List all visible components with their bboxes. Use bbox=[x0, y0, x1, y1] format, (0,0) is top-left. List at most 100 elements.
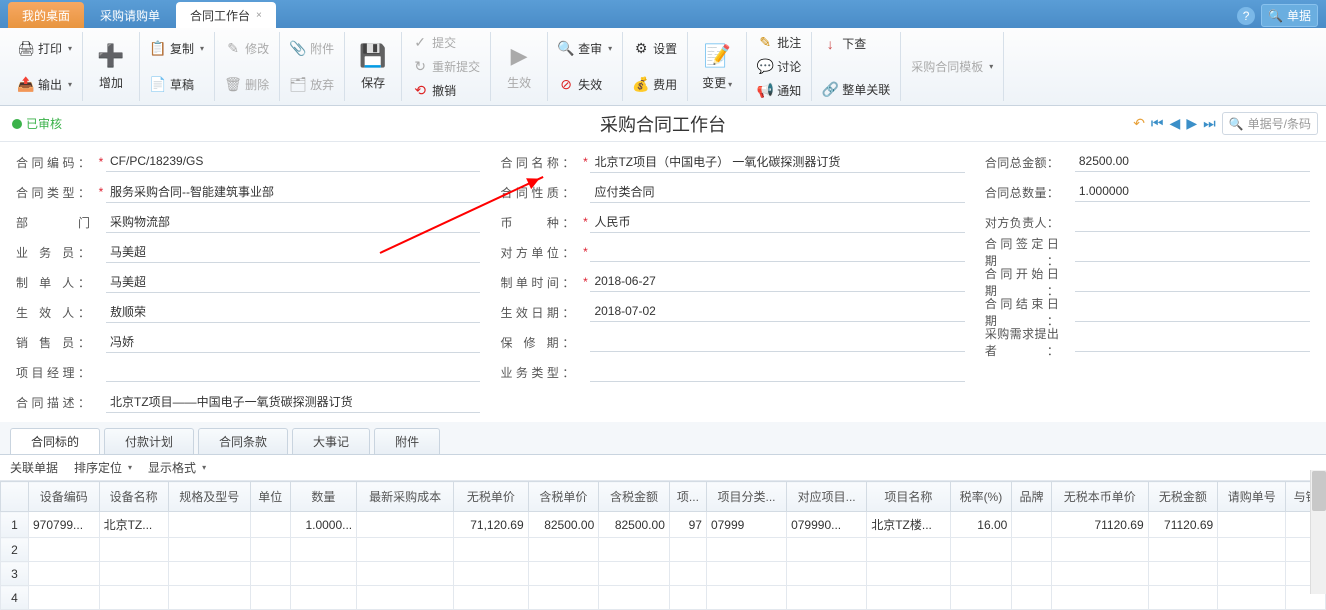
cell[interactable] bbox=[1148, 586, 1218, 610]
form-field[interactable] bbox=[590, 332, 964, 352]
subtab-4[interactable]: 附件 bbox=[374, 428, 440, 454]
cell[interactable]: 71120.69 bbox=[1148, 512, 1218, 538]
cell[interactable] bbox=[1012, 562, 1051, 586]
template-button[interactable]: 采购合同模板▾ bbox=[907, 56, 997, 77]
col-header[interactable]: 数量 bbox=[290, 482, 357, 512]
doc-search[interactable]: 🔍单据号/条码 bbox=[1222, 112, 1318, 135]
tab-requisition[interactable]: 采购请购单 bbox=[86, 2, 174, 28]
col-header[interactable]: 对应项目... bbox=[787, 482, 867, 512]
invalid-button[interactable]: ⊘失效 bbox=[554, 74, 616, 95]
cell[interactable] bbox=[99, 562, 168, 586]
cell[interactable] bbox=[357, 586, 454, 610]
cell[interactable] bbox=[528, 538, 599, 562]
cell[interactable] bbox=[950, 586, 1012, 610]
cell[interactable]: 970799... bbox=[29, 512, 100, 538]
form-field[interactable] bbox=[1075, 272, 1310, 292]
cell[interactable] bbox=[1148, 562, 1218, 586]
form-field[interactable] bbox=[1075, 212, 1310, 232]
cell[interactable]: 079990... bbox=[787, 512, 867, 538]
form-field[interactable]: 采购物流部 bbox=[106, 211, 480, 233]
form-field[interactable] bbox=[1075, 242, 1310, 262]
form-field[interactable]: 敖顺荣 bbox=[106, 301, 480, 323]
cell[interactable] bbox=[290, 562, 357, 586]
subtab-1[interactable]: 付款计划 bbox=[104, 428, 194, 454]
col-header[interactable]: 项... bbox=[669, 482, 706, 512]
col-header[interactable]: 无税本币单价 bbox=[1051, 482, 1148, 512]
col-header[interactable]: 项目分类... bbox=[706, 482, 786, 512]
cell[interactable] bbox=[787, 586, 867, 610]
col-header[interactable]: 单位 bbox=[251, 482, 290, 512]
cell[interactable] bbox=[867, 586, 950, 610]
form-field[interactable]: 冯娇 bbox=[106, 331, 480, 353]
form-field[interactable]: 北京TZ项目（中国电子） 一氧化碳探测器订货 bbox=[590, 151, 964, 173]
cell[interactable] bbox=[528, 586, 599, 610]
cell[interactable]: 北京TZ... bbox=[99, 512, 168, 538]
cell[interactable]: 71,120.69 bbox=[454, 512, 529, 538]
form-field[interactable]: 马美超 bbox=[106, 271, 480, 293]
cell[interactable] bbox=[1218, 562, 1286, 586]
col-header[interactable]: 最新采购成本 bbox=[357, 482, 454, 512]
cell[interactable]: 71120.69 bbox=[1051, 512, 1148, 538]
cell[interactable] bbox=[1051, 562, 1148, 586]
cell[interactable] bbox=[454, 562, 529, 586]
cell[interactable] bbox=[706, 562, 786, 586]
edit-button[interactable]: ✎修改 bbox=[221, 38, 273, 59]
cell[interactable] bbox=[669, 538, 706, 562]
format-button[interactable]: 显示格式▾ bbox=[148, 459, 206, 476]
data-grid[interactable]: 设备编码设备名称规格及型号单位数量最新采购成本无税单价含税单价含税金额项...项… bbox=[0, 481, 1326, 610]
resubmit-button[interactable]: ↻重新提交 bbox=[408, 56, 484, 77]
subtab-3[interactable]: 大事记 bbox=[292, 428, 370, 454]
cell[interactable] bbox=[1012, 512, 1051, 538]
fee-button[interactable]: 💰费用 bbox=[629, 74, 681, 95]
cell[interactable]: 16.00 bbox=[950, 512, 1012, 538]
output-button[interactable]: 📤输出▾ bbox=[14, 74, 76, 95]
col-header[interactable]: 含税金额 bbox=[599, 482, 670, 512]
change-button[interactable]: 📝变更▾ bbox=[694, 37, 740, 97]
close-icon[interactable]: × bbox=[256, 10, 262, 21]
col-header[interactable]: 项目名称 bbox=[867, 482, 950, 512]
cell[interactable]: 97 bbox=[669, 512, 706, 538]
cell[interactable] bbox=[706, 538, 786, 562]
form-field[interactable]: 服务采购合同--智能建筑事业部 bbox=[106, 181, 480, 203]
cell[interactable] bbox=[454, 586, 529, 610]
draft-button[interactable]: 📄草稿 bbox=[146, 74, 208, 95]
form-field[interactable] bbox=[590, 362, 964, 382]
nav-first-icon[interactable]: ⏮ bbox=[1151, 115, 1164, 132]
cell[interactable] bbox=[251, 512, 290, 538]
cell[interactable]: 北京TZ楼... bbox=[867, 512, 950, 538]
cell[interactable] bbox=[787, 562, 867, 586]
delete-button[interactable]: 🗑删除 bbox=[221, 74, 273, 95]
nav-last-icon[interactable]: ⏭ bbox=[1203, 115, 1216, 132]
form-field[interactable]: 应付类合同 bbox=[590, 181, 964, 203]
cell[interactable]: 82500.00 bbox=[599, 512, 670, 538]
cell[interactable] bbox=[1148, 538, 1218, 562]
cell[interactable] bbox=[251, 562, 290, 586]
form-field[interactable]: 马美超 bbox=[106, 241, 480, 263]
print-button[interactable]: 🖨打印▾ bbox=[14, 38, 76, 59]
cell[interactable] bbox=[1012, 586, 1051, 610]
scrollbar[interactable] bbox=[1310, 470, 1326, 594]
form-field[interactable]: CF/PC/18239/GS bbox=[106, 152, 480, 172]
nav-next-icon[interactable]: ▶ bbox=[1186, 115, 1197, 132]
table-row[interactable]: 1970799...北京TZ...1.0000...71,120.6982500… bbox=[1, 512, 1326, 538]
cell[interactable] bbox=[29, 538, 100, 562]
col-header[interactable] bbox=[1, 482, 29, 512]
setting-button[interactable]: ⚙设置 bbox=[629, 38, 681, 59]
notify-button[interactable]: 📢通知 bbox=[753, 80, 805, 101]
cell[interactable] bbox=[599, 562, 670, 586]
cell[interactable] bbox=[528, 562, 599, 586]
form-field[interactable]: 北京TZ项目——中国电子一氧货碳探测器订货 bbox=[106, 391, 480, 413]
cell[interactable] bbox=[357, 512, 454, 538]
cell[interactable] bbox=[357, 562, 454, 586]
cell[interactable] bbox=[454, 538, 529, 562]
copy-button[interactable]: 📋复制▾ bbox=[146, 38, 208, 59]
cell[interactable]: 1.0000... bbox=[290, 512, 357, 538]
tab-contract-workbench[interactable]: 合同工作台× bbox=[176, 2, 276, 28]
cell[interactable]: 07999 bbox=[706, 512, 786, 538]
cell[interactable] bbox=[29, 586, 100, 610]
subtab-0[interactable]: 合同标的 bbox=[10, 428, 100, 454]
cell[interactable] bbox=[168, 538, 251, 562]
add-button[interactable]: ➕增加 bbox=[89, 37, 133, 97]
col-header[interactable]: 设备名称 bbox=[99, 482, 168, 512]
help-icon[interactable]: ? bbox=[1237, 7, 1255, 25]
